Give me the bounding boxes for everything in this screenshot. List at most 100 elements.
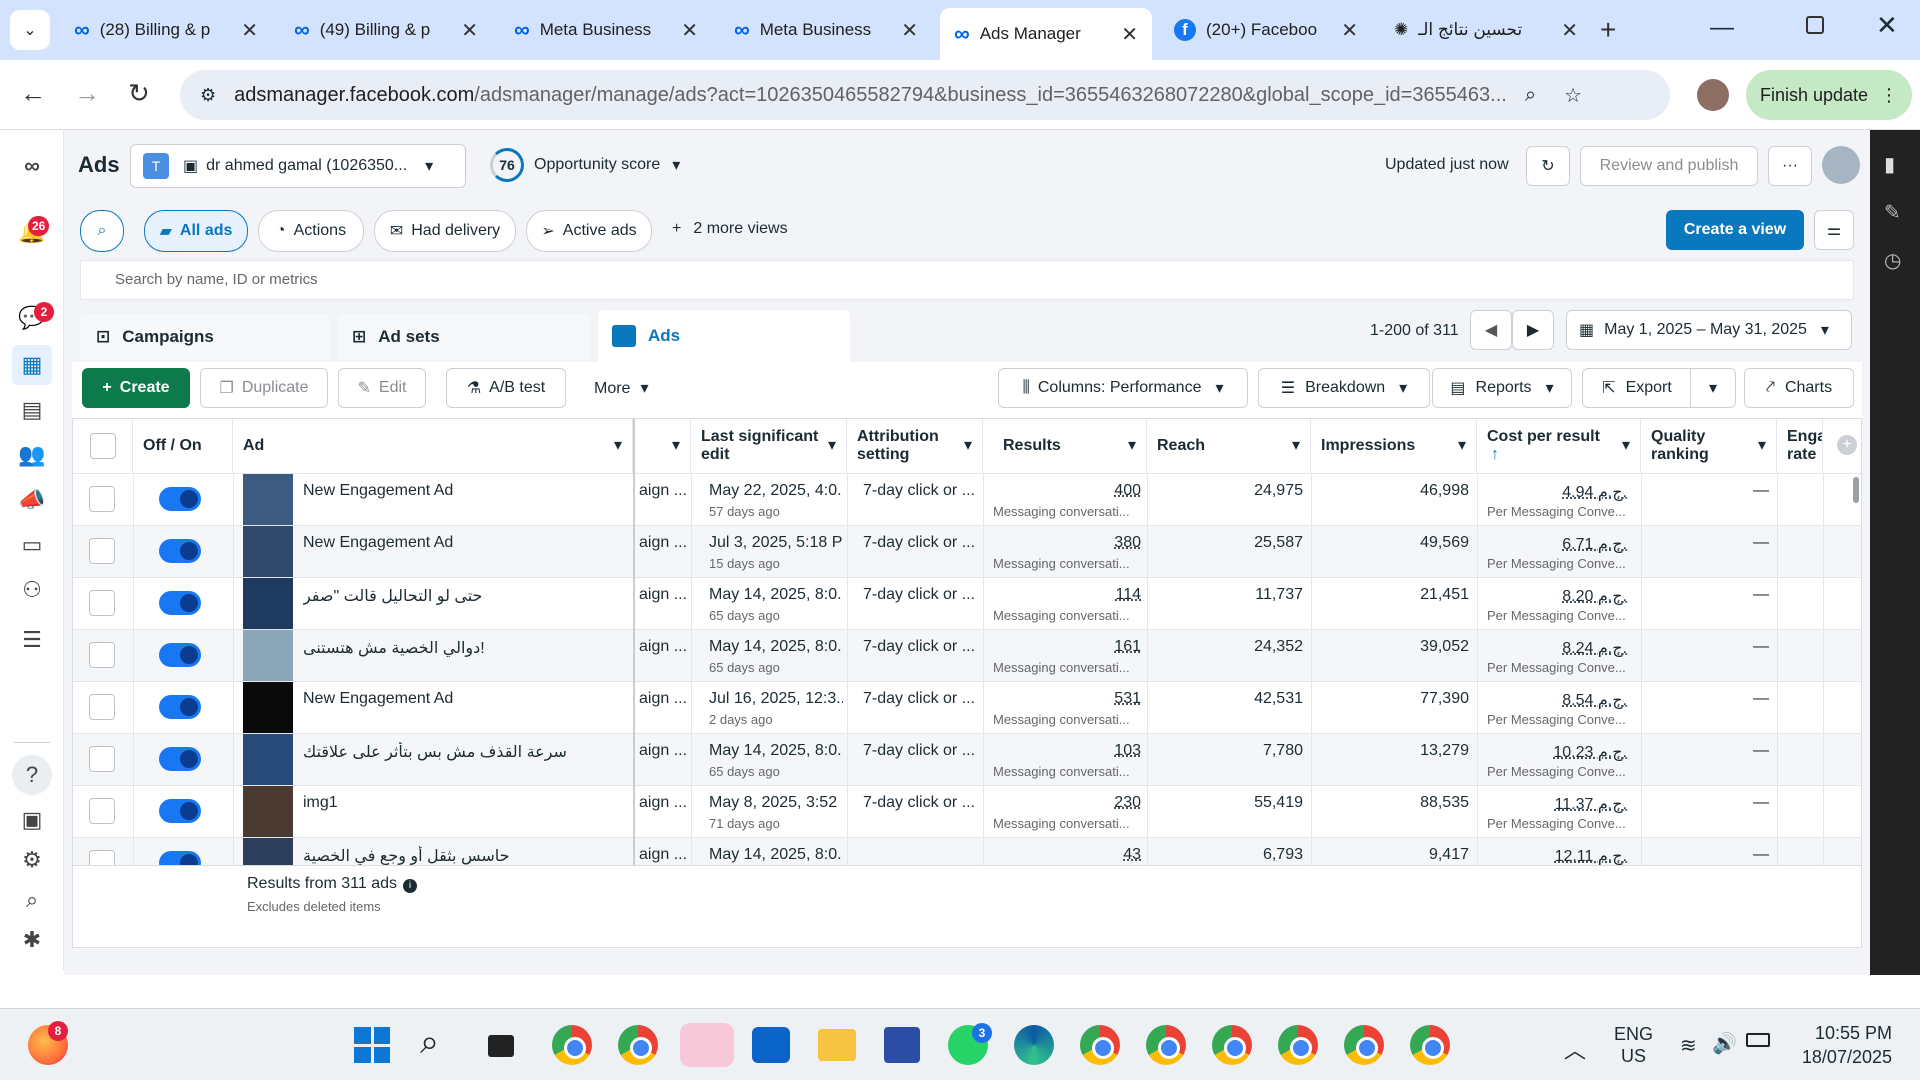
chrome-profile-4-icon[interactable]	[1146, 1025, 1186, 1065]
export-button[interactable]: ⇱ Export	[1582, 368, 1692, 408]
help-icon[interactable]: ?	[12, 755, 52, 795]
settings-gear-icon[interactable]: ⚙	[12, 840, 52, 880]
tab-ads[interactable]: Ads	[598, 310, 850, 362]
bug-report-icon[interactable]: ✱	[12, 920, 52, 960]
browser-tab-3[interactable]: ∞ Meta Business ✕	[720, 8, 932, 52]
forward-icon[interactable]: →	[74, 78, 100, 109]
volume-icon[interactable]: 🔊	[1712, 1031, 1737, 1056]
chrome-profile-6-icon[interactable]	[1278, 1025, 1318, 1065]
row-checkbox[interactable]	[89, 642, 115, 668]
on-off-toggle[interactable]	[159, 695, 201, 719]
tab-search-button[interactable]: ⌄	[10, 10, 50, 50]
close-tab-icon[interactable]: ✕	[681, 18, 698, 43]
row-checkbox[interactable]	[89, 590, 115, 616]
actions-view[interactable]: ◔ Actions	[258, 210, 364, 252]
breakdown-dropdown[interactable]: ☰ Breakdown ▾	[1258, 368, 1430, 408]
on-off-toggle[interactable]	[159, 799, 201, 823]
chrome-profile-dr-icon[interactable]	[1212, 1025, 1252, 1065]
site-info-icon[interactable]: ⚙	[200, 85, 216, 106]
minimize-window-button[interactable]: —	[1710, 14, 1734, 42]
prev-page-button[interactable]: ◀	[1470, 310, 1512, 350]
header-quality-ranking[interactable]: Quality ranking ▾	[1641, 419, 1777, 473]
close-tab-icon[interactable]: ✕	[1121, 22, 1138, 47]
close-tab-icon[interactable]: ✕	[461, 18, 478, 43]
opportunity-score[interactable]: 76 Opportunity score ▾	[490, 148, 680, 182]
select-all-checkbox[interactable]	[89, 433, 116, 459]
browser-tab-5[interactable]: f (20+) Faceboo ✕	[1160, 8, 1372, 52]
pages-icon[interactable]: ▤	[12, 390, 52, 430]
browser-tab-4[interactable]: ∞ Ads Manager ✕	[940, 8, 1152, 60]
browser-tab-0[interactable]: ∞ (28) Billing & p ✕	[60, 8, 272, 52]
create-button[interactable]: + Create	[82, 368, 190, 408]
edit-panel-icon[interactable]: ✎	[1884, 200, 1901, 225]
duplicate-button[interactable]: ❐ Duplicate	[200, 368, 328, 408]
on-off-toggle[interactable]	[159, 591, 201, 615]
tab-adsets[interactable]: ⊞ Ad sets	[338, 314, 590, 360]
ab-test-button[interactable]: ⚗ A/B test	[446, 368, 566, 408]
header-impressions[interactable]: Impressions ▾	[1311, 419, 1477, 473]
all-ads-view[interactable]: ▰ All ads	[144, 210, 248, 252]
close-tab-icon[interactable]: ✕	[1341, 18, 1358, 43]
row-checkbox[interactable]	[89, 798, 115, 824]
finish-update-button[interactable]: Finish update ⋮	[1746, 70, 1912, 120]
chrome-profile-1-icon[interactable]	[552, 1025, 592, 1065]
profile-avatar[interactable]	[1697, 79, 1729, 111]
more-dropdown[interactable]: More ▾	[594, 378, 648, 398]
header-results[interactable]: Results ▾	[983, 419, 1147, 473]
search-views-button[interactable]: ⌕	[80, 210, 124, 252]
header-ad[interactable]: Ad ▾	[233, 419, 633, 473]
active-ads-view[interactable]: ➢ Active ads	[526, 210, 652, 252]
reports-dropdown[interactable]: ▤ Reports ▾	[1432, 368, 1572, 408]
row-checkbox[interactable]	[89, 538, 115, 564]
bookmark-star-icon[interactable]: ☆	[1564, 83, 1582, 108]
battery-icon[interactable]	[1746, 1033, 1770, 1047]
row-checkbox[interactable]	[89, 746, 115, 772]
start-windows-icon[interactable]	[354, 1027, 390, 1063]
had-delivery-view[interactable]: ✉ Had delivery	[374, 210, 516, 252]
header-attribution[interactable]: Attribution setting ▾	[847, 419, 983, 473]
on-off-toggle[interactable]	[159, 539, 201, 563]
tab-campaigns[interactable]: ⊡ Campaigns	[80, 314, 330, 360]
close-window-button[interactable]: ✕	[1876, 10, 1898, 41]
news-icon[interactable]: ▣	[12, 800, 52, 840]
header-off-on[interactable]: Off / On	[133, 419, 233, 473]
on-off-toggle[interactable]	[159, 643, 201, 667]
on-off-toggle[interactable]	[159, 487, 201, 511]
show-hidden-icons[interactable]: ︿	[1564, 1033, 1586, 1065]
chrome-profile-w1-icon[interactable]	[1344, 1025, 1384, 1065]
next-page-button[interactable]: ▶	[1512, 310, 1554, 350]
chrome-profile-r-icon[interactable]	[1080, 1025, 1120, 1065]
filter-settings-button[interactable]: ⚌	[1814, 210, 1854, 250]
user-avatar[interactable]	[1822, 146, 1860, 184]
ads-manager-table-icon[interactable]: ▦	[12, 345, 52, 385]
business-tools-icon[interactable]: ⚇	[12, 570, 52, 610]
restore-window-button[interactable]	[1806, 16, 1824, 34]
browser-tab-6[interactable]: ✺ تحسين نتائج الـ ✕	[1380, 8, 1592, 52]
outlook-icon[interactable]	[752, 1027, 790, 1063]
edit-button[interactable]: ✎ Edit	[338, 368, 426, 408]
header-cost-per-result[interactable]: Cost per result ↑ ▾	[1477, 419, 1641, 473]
search-icon[interactable]: ⌕	[12, 880, 52, 920]
vertical-scrollbar[interactable]	[1853, 477, 1859, 503]
row-checkbox[interactable]	[89, 486, 115, 512]
export-options-button[interactable]: ▾	[1690, 368, 1736, 408]
browser-tab-2[interactable]: ∞ Meta Business ✕	[500, 8, 712, 52]
close-tab-icon[interactable]: ✕	[901, 18, 918, 43]
reload-icon[interactable]: ↻	[128, 78, 150, 109]
back-icon[interactable]: ←	[20, 78, 46, 109]
chart-panel-icon[interactable]: ▮	[1884, 152, 1895, 177]
file-explorer-icon[interactable]	[818, 1029, 856, 1061]
refresh-button[interactable]: ↻	[1526, 146, 1570, 186]
zoom-icon[interactable]: ⌕	[1525, 84, 1536, 107]
close-tab-icon[interactable]: ✕	[1561, 18, 1578, 43]
menu-icon[interactable]: ☰	[12, 620, 52, 660]
address-bar[interactable]: ⚙ adsmanager.facebook.com /adsmanager/ma…	[180, 70, 1670, 120]
billing-card-icon[interactable]: ▭	[12, 525, 52, 565]
header-engagement-rate[interactable]: Enga rate	[1777, 419, 1823, 473]
chrome-profile-w2-icon[interactable]	[1410, 1025, 1450, 1065]
header-campaign[interactable]: ▾	[633, 419, 691, 473]
meta-logo-icon[interactable]: ∞	[12, 146, 52, 186]
browser-tab-1[interactable]: ∞ (49) Billing & p ✕	[280, 8, 492, 52]
date-range-picker[interactable]: ▦ May 1, 2025 – May 31, 2025 ▾	[1566, 310, 1852, 350]
more-views-button[interactable]: +2 more views	[672, 220, 788, 238]
